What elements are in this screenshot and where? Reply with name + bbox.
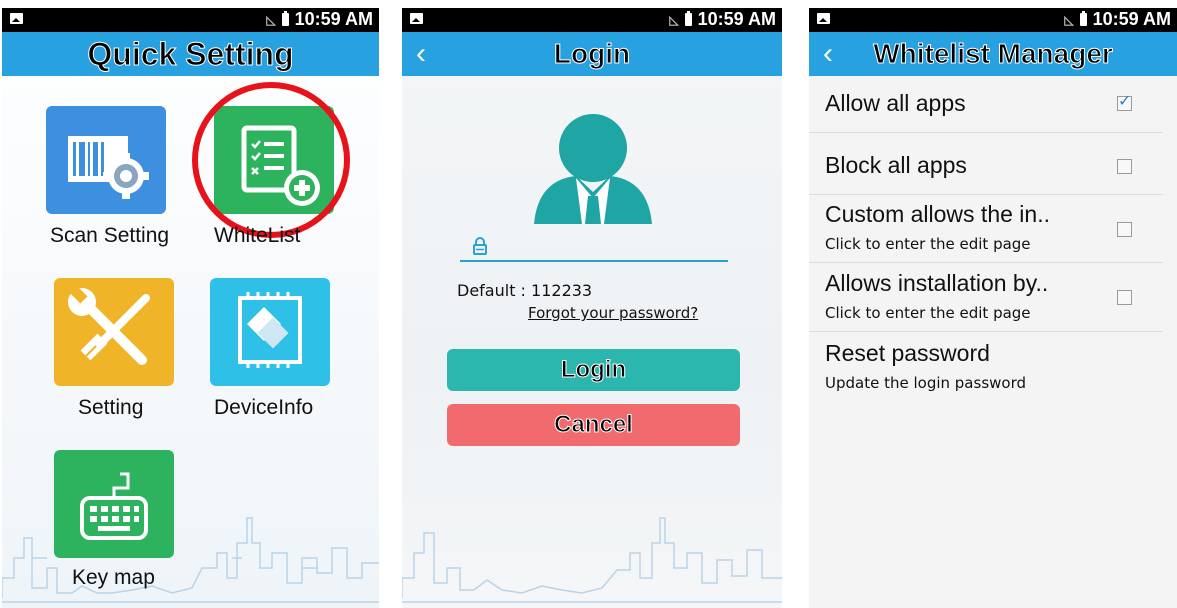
chip-icon: [238, 292, 302, 368]
back-arrow-icon[interactable]: ‹: [416, 32, 426, 76]
whitelist-manager-screen: ◺ 10:59 AM ‹ Whitelist Manager Allow all…: [809, 8, 1177, 608]
battery-icon: [1079, 11, 1087, 26]
no-signal-icon: ◺: [669, 12, 679, 27]
page-title: ‹ Login: [402, 32, 782, 76]
cancel-button[interactable]: Cancel: [447, 404, 740, 446]
allows-installation-row[interactable]: Allows installation by.. Click to enter …: [809, 263, 1163, 332]
row-subtitle: Click to enter the edit page: [825, 235, 1031, 253]
status-bar: ◺ 10:59 AM: [2, 8, 379, 32]
password-input[interactable]: [492, 234, 726, 260]
reset-password-row[interactable]: Reset password Update the login password: [809, 332, 1163, 396]
highlight-circle: [192, 82, 350, 238]
status-time: 10:59 AM: [697, 9, 776, 29]
block-all-checkbox[interactable]: [1117, 159, 1132, 174]
quick-setting-screen: ◺ 10:59 AM Quick Setting Scan Setting Wh…: [2, 8, 379, 608]
lock-icon: [473, 237, 487, 255]
row-title: Reset password: [825, 340, 990, 366]
image-notification-icon: [410, 13, 423, 24]
key-map-label: Key map: [72, 566, 155, 589]
page-title: Quick Setting: [2, 32, 379, 76]
user-avatar-icon: [534, 114, 652, 224]
allows-installation-checkbox[interactable]: [1117, 290, 1132, 305]
row-title: Block all apps: [825, 152, 967, 178]
battery-icon: [281, 11, 289, 26]
block-all-apps-row[interactable]: Block all apps: [809, 133, 1163, 195]
page-title-text: Login: [553, 38, 631, 70]
row-subtitle: Update the login password: [825, 374, 1026, 392]
wrench-screwdriver-icon: [68, 286, 150, 365]
row-title: Allow all apps: [825, 90, 966, 116]
scan-setting-tile[interactable]: [46, 106, 166, 214]
status-bar: ◺ 10:59 AM: [809, 8, 1177, 32]
custom-allows-checkbox[interactable]: [1117, 222, 1132, 237]
city-skyline-illustration: [402, 517, 782, 603]
battery-icon: [684, 11, 692, 26]
row-subtitle: Click to enter the edit page: [825, 304, 1031, 322]
login-screen: ◺ 10:59 AM ‹ Login Default : 112233 Forg…: [402, 8, 782, 608]
status-time: 10:59 AM: [294, 9, 373, 29]
login-button[interactable]: Login: [447, 349, 740, 391]
image-notification-icon: [817, 13, 830, 24]
status-bar: ◺ 10:59 AM: [402, 8, 782, 32]
page-title: ‹ Whitelist Manager: [809, 32, 1177, 76]
keyboard-icon: [80, 472, 148, 540]
scan-setting-label: Scan Setting: [50, 224, 170, 247]
barcode-gear-icon: [68, 136, 149, 199]
allow-all-apps-row[interactable]: Allow all apps: [809, 76, 1163, 133]
no-signal-icon: ◺: [1064, 12, 1074, 27]
image-notification-icon: [10, 13, 23, 24]
deviceinfo-tile[interactable]: [210, 278, 330, 386]
row-title: Allows installation by..: [825, 270, 1049, 296]
page-title-text: Whitelist Manager: [873, 38, 1114, 70]
setting-label: Setting: [78, 396, 144, 419]
no-signal-icon: ◺: [266, 12, 276, 27]
password-underline: [460, 260, 728, 262]
deviceinfo-label: DeviceInfo: [214, 396, 314, 419]
allow-all-checkbox[interactable]: [1117, 91, 1132, 111]
custom-allows-row[interactable]: Custom allows the in.. Click to enter th…: [809, 195, 1163, 263]
status-time: 10:59 AM: [1092, 9, 1171, 29]
back-arrow-icon[interactable]: ‹: [823, 32, 833, 76]
default-password-hint: Default : 112233: [457, 281, 593, 300]
key-map-tile[interactable]: [54, 450, 174, 558]
forgot-password-link[interactable]: Forgot your password?: [528, 304, 698, 322]
row-title: Custom allows the in..: [825, 201, 1050, 227]
setting-tile[interactable]: [54, 278, 174, 386]
whitelist-label: WhiteList: [214, 224, 301, 247]
